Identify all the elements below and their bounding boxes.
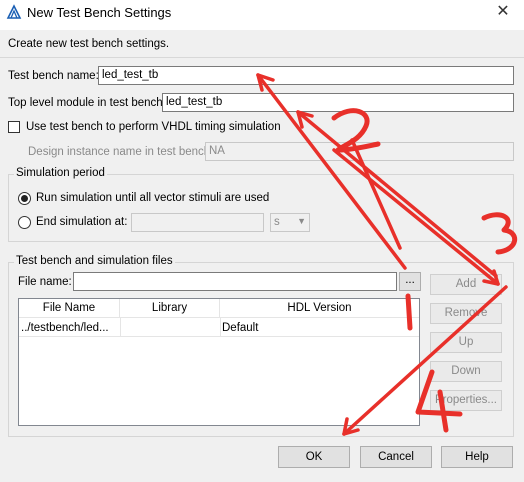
vhdl-timing-label: Use test bench to perform VHDL timing si… (26, 121, 281, 133)
remove-button[interactable]: Remove (430, 303, 502, 324)
help-button[interactable]: Help (441, 446, 513, 468)
end-at-input[interactable] (131, 213, 264, 232)
design-instance-input[interactable]: NA (205, 142, 514, 161)
run-until-radio[interactable] (18, 192, 31, 205)
design-instance-label: Design instance name in test bench: (28, 146, 214, 158)
end-at-radio[interactable] (18, 216, 31, 229)
window-title: New Test Bench Settings (27, 5, 172, 20)
file-name-label: File name: (18, 276, 72, 288)
column-header-file-name[interactable]: File Name (19, 299, 120, 318)
divider (0, 57, 524, 58)
app-icon (6, 4, 22, 19)
column-header-hdl-version[interactable]: HDL Version (220, 299, 419, 318)
table-cell-library[interactable] (123, 320, 218, 336)
end-at-label: End simulation at: (36, 216, 128, 228)
table-cell-file-name[interactable]: ../testbench/led... (21, 320, 119, 336)
time-unit-select[interactable]: s ▼ (270, 213, 310, 232)
test-bench-name-input[interactable]: led_test_tb (98, 66, 514, 85)
ok-button[interactable]: OK (278, 446, 350, 468)
title-bar: New Test Bench Settings ✕ (0, 0, 524, 26)
top-level-module-input[interactable]: led_test_tb (162, 93, 514, 112)
top-level-module-label: Top level module in test bench: (8, 97, 166, 109)
up-button[interactable]: Up (430, 332, 502, 353)
column-divider (220, 318, 221, 336)
cancel-button[interactable]: Cancel (360, 446, 432, 468)
test-bench-name-label: Test bench name: (8, 70, 99, 82)
browse-button[interactable]: ... (399, 272, 421, 291)
properties-button[interactable]: Properties... (430, 390, 502, 411)
file-name-input[interactable] (73, 272, 397, 291)
table-cell-hdl-version[interactable]: Default (222, 320, 412, 336)
chevron-down-icon: ▼ (297, 216, 306, 226)
files-table: File Name Library HDL Version ../testben… (18, 298, 420, 426)
add-button[interactable]: Add (430, 274, 502, 295)
simulation-period-title: Simulation period (14, 167, 107, 179)
column-divider (120, 318, 121, 336)
intro-text: Create new test bench settings. (8, 38, 170, 50)
column-header-library[interactable]: Library (120, 299, 220, 318)
run-until-label: Run simulation until all vector stimuli … (36, 192, 270, 204)
row-divider (19, 336, 419, 337)
time-unit-value: s (274, 216, 280, 228)
close-icon[interactable]: ✕ (490, 1, 516, 23)
files-group-title: Test bench and simulation files (14, 255, 175, 267)
down-button[interactable]: Down (430, 361, 502, 382)
vhdl-timing-checkbox[interactable] (8, 121, 20, 133)
